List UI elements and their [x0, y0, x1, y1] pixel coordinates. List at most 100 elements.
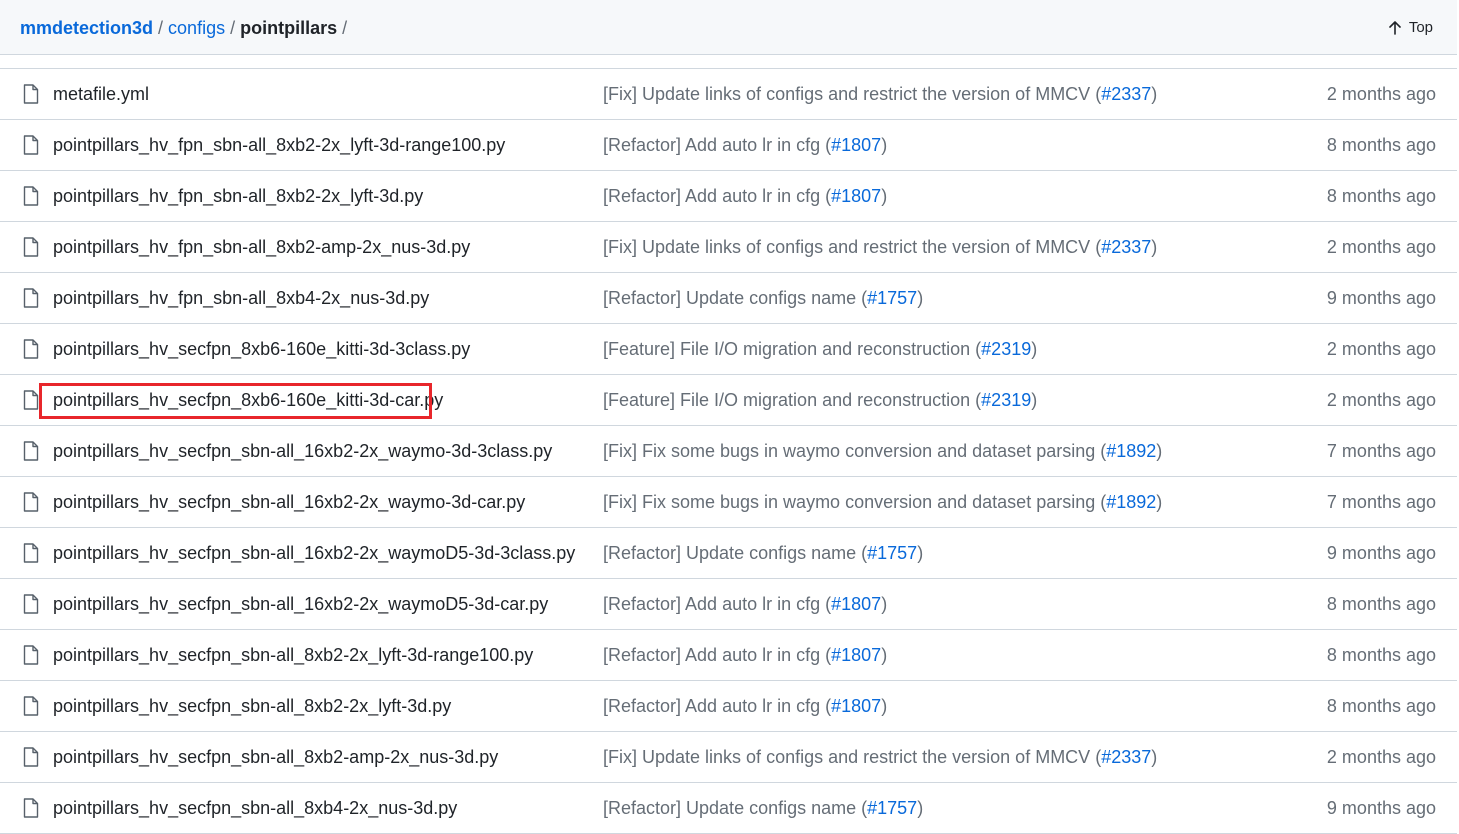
commit-message-suffix: )	[917, 543, 924, 563]
pull-request-link[interactable]: #1807	[831, 135, 881, 155]
commit-message-text[interactable]: [Fix] Update links of configs and restri…	[603, 747, 1101, 767]
file-icon	[23, 645, 39, 665]
commit-age: 2 months ago	[1326, 237, 1436, 257]
commit-message[interactable]: [Feature] File I/O migration and reconst…	[603, 388, 1037, 412]
pull-request-link[interactable]: #2337	[1101, 237, 1151, 257]
pull-request-link[interactable]: #2337	[1101, 747, 1151, 767]
file-name-link[interactable]: pointpillars_hv_secfpn_8xb6-160e_kitti-3…	[53, 337, 470, 361]
file-name-link[interactable]: pointpillars_hv_fpn_sbn-all_8xb2-2x_lyft…	[53, 133, 505, 157]
commit-message-text[interactable]: [Refactor] Add auto lr in cfg (	[603, 696, 831, 716]
commit-message-text[interactable]: [Fix] Fix some bugs in waymo conversion …	[603, 441, 1106, 461]
commit-message-text[interactable]: [Refactor] Add auto lr in cfg (	[603, 594, 831, 614]
pull-request-link[interactable]: #2319	[981, 390, 1031, 410]
commit-message[interactable]: [Fix] Fix some bugs in waymo conversion …	[603, 439, 1162, 463]
file-name-link[interactable]: pointpillars_hv_secfpn_sbn-all_16xb2-2x_…	[53, 541, 575, 565]
commit-message-suffix: )	[1031, 339, 1038, 359]
file-row[interactable]: pointpillars_hv_secfpn_sbn-all_16xb2-2x_…	[0, 528, 1457, 579]
commit-message[interactable]: [Refactor] Add auto lr in cfg (#1807)	[603, 694, 887, 718]
top-button[interactable]: Top	[1387, 16, 1433, 40]
commit-message-text[interactable]: [Refactor] Add auto lr in cfg (	[603, 186, 831, 206]
commit-message[interactable]: [Fix] Fix some bugs in waymo conversion …	[603, 490, 1162, 514]
pull-request-link[interactable]: #2319	[981, 339, 1031, 359]
pull-request-link[interactable]: #1807	[831, 186, 881, 206]
pull-request-link[interactable]: #1757	[867, 543, 917, 563]
commit-age: 7 months ago	[1326, 441, 1436, 461]
breadcrumb-configs-link[interactable]: configs	[168, 18, 225, 38]
commit-message-suffix: )	[1031, 390, 1038, 410]
commit-message[interactable]: [Fix] Update links of configs and restri…	[603, 745, 1157, 769]
file-name-link[interactable]: pointpillars_hv_secfpn_sbn-all_16xb2-2x_…	[53, 490, 525, 514]
file-icon	[23, 186, 39, 206]
commit-age: 9 months ago	[1326, 798, 1436, 818]
file-row[interactable]: metafile.yml [Fix] Update links of config…	[0, 69, 1457, 120]
commit-message-suffix: )	[881, 696, 888, 716]
file-row[interactable]: pointpillars_hv_secfpn_sbn-all_16xb2-2x_…	[0, 426, 1457, 477]
file-row[interactable]: pointpillars_hv_secfpn_8xb6-160e_kitti-3…	[0, 375, 1457, 426]
file-row[interactable]: pointpillars_hv_secfpn_8xb6-160e_kitti-3…	[0, 324, 1457, 375]
commit-age: 8 months ago	[1326, 645, 1436, 665]
commit-age: 8 months ago	[1326, 186, 1436, 206]
commit-age: 8 months ago	[1326, 594, 1436, 614]
file-name-link[interactable]: pointpillars_hv_secfpn_sbn-all_8xb2-2x_l…	[53, 643, 533, 667]
commit-message-text[interactable]: [Feature] File I/O migration and reconst…	[603, 390, 981, 410]
commit-message[interactable]: [Refactor] Update configs name (#1757)	[603, 286, 923, 310]
commit-message-text[interactable]: [Fix] Update links of configs and restri…	[603, 84, 1101, 104]
pull-request-link[interactable]: #1757	[867, 798, 917, 818]
commit-message[interactable]: [Refactor] Add auto lr in cfg (#1807)	[603, 643, 887, 667]
file-row[interactable]: pointpillars_hv_fpn_sbn-all_8xb2-amp-2x_…	[0, 222, 1457, 273]
file-name-link[interactable]: pointpillars_hv_fpn_sbn-all_8xb4-2x_nus-…	[53, 286, 429, 310]
pull-request-link[interactable]: #1807	[831, 594, 881, 614]
commit-message[interactable]: [Refactor] Add auto lr in cfg (#1807)	[603, 184, 887, 208]
file-row[interactable]: pointpillars_hv_secfpn_sbn-all_8xb2-2x_l…	[0, 630, 1457, 681]
pull-request-link[interactable]: #1807	[831, 645, 881, 665]
commit-message-text[interactable]: [Fix] Fix some bugs in waymo conversion …	[603, 492, 1106, 512]
file-name-link[interactable]: pointpillars_hv_secfpn_sbn-all_8xb4-2x_n…	[53, 796, 457, 820]
pull-request-link[interactable]: #1892	[1106, 441, 1156, 461]
file-name-link[interactable]: pointpillars_hv_secfpn_8xb6-160e_kitti-3…	[53, 388, 443, 412]
file-name-link[interactable]: pointpillars_hv_secfpn_sbn-all_8xb2-2x_l…	[53, 694, 451, 718]
commit-message-text[interactable]: [Feature] File I/O migration and reconst…	[603, 339, 981, 359]
file-icon	[23, 135, 39, 155]
commit-message-suffix: )	[881, 594, 888, 614]
commit-age: 2 months ago	[1326, 84, 1436, 104]
commit-message[interactable]: [Fix] Update links of configs and restri…	[603, 235, 1157, 259]
file-name-link[interactable]: pointpillars_hv_secfpn_sbn-all_16xb2-2x_…	[53, 592, 548, 616]
file-row[interactable]: pointpillars_hv_fpn_sbn-all_8xb2-2x_lyft…	[0, 120, 1457, 171]
commit-age: 2 months ago	[1326, 390, 1436, 410]
commit-message-suffix: )	[1156, 492, 1163, 512]
file-row[interactable]: pointpillars_hv_secfpn_sbn-all_8xb2-2x_l…	[0, 681, 1457, 732]
file-name-link[interactable]: pointpillars_hv_fpn_sbn-all_8xb2-2x_lyft…	[53, 184, 423, 208]
breadcrumb-trailing-separator: /	[342, 18, 348, 38]
commit-message-text[interactable]: [Refactor] Add auto lr in cfg (	[603, 645, 831, 665]
file-name-link[interactable]: pointpillars_hv_secfpn_sbn-all_16xb2-2x_…	[53, 439, 552, 463]
commit-message-text[interactable]: [Refactor] Update configs name (	[603, 798, 867, 818]
commit-message[interactable]: [Feature] File I/O migration and reconst…	[603, 337, 1037, 361]
commit-message[interactable]: [Refactor] Update configs name (#1757)	[603, 796, 923, 820]
file-icon	[23, 237, 39, 257]
pull-request-link[interactable]: #2337	[1101, 84, 1151, 104]
commit-message-text[interactable]: [Refactor] Update configs name (	[603, 288, 867, 308]
commit-message-text[interactable]: [Refactor] Add auto lr in cfg (	[603, 135, 831, 155]
file-row[interactable]: pointpillars_hv_secfpn_sbn-all_8xb4-2x_n…	[0, 783, 1457, 834]
file-icon	[23, 390, 39, 410]
pull-request-link[interactable]: #1807	[831, 696, 881, 716]
breadcrumb-repo-link[interactable]: mmdetection3d	[20, 18, 153, 38]
pull-request-link[interactable]: #1757	[867, 288, 917, 308]
file-row[interactable]: pointpillars_hv_secfpn_sbn-all_16xb2-2x_…	[0, 579, 1457, 630]
file-row[interactable]: pointpillars_hv_secfpn_sbn-all_8xb2-amp-…	[0, 732, 1457, 783]
commit-message-text[interactable]: [Refactor] Update configs name (	[603, 543, 867, 563]
file-name-link[interactable]: pointpillars_hv_secfpn_sbn-all_8xb2-amp-…	[53, 745, 498, 769]
file-row[interactable]: pointpillars_hv_fpn_sbn-all_8xb2-2x_lyft…	[0, 171, 1457, 222]
commit-message[interactable]: [Fix] Update links of configs and restri…	[603, 82, 1157, 106]
commit-age: 9 months ago	[1326, 543, 1436, 563]
commit-message[interactable]: [Refactor] Add auto lr in cfg (#1807)	[603, 592, 887, 616]
file-row[interactable]: pointpillars_hv_fpn_sbn-all_8xb4-2x_nus-…	[0, 273, 1457, 324]
commit-message[interactable]: [Refactor] Update configs name (#1757)	[603, 541, 923, 565]
commit-message-suffix: )	[881, 135, 888, 155]
file-row[interactable]: pointpillars_hv_secfpn_sbn-all_16xb2-2x_…	[0, 477, 1457, 528]
pull-request-link[interactable]: #1892	[1106, 492, 1156, 512]
commit-message[interactable]: [Refactor] Add auto lr in cfg (#1807)	[603, 133, 887, 157]
commit-message-text[interactable]: [Fix] Update links of configs and restri…	[603, 237, 1101, 257]
file-name-link[interactable]: metafile.yml	[53, 82, 149, 106]
file-name-link[interactable]: pointpillars_hv_fpn_sbn-all_8xb2-amp-2x_…	[53, 235, 470, 259]
